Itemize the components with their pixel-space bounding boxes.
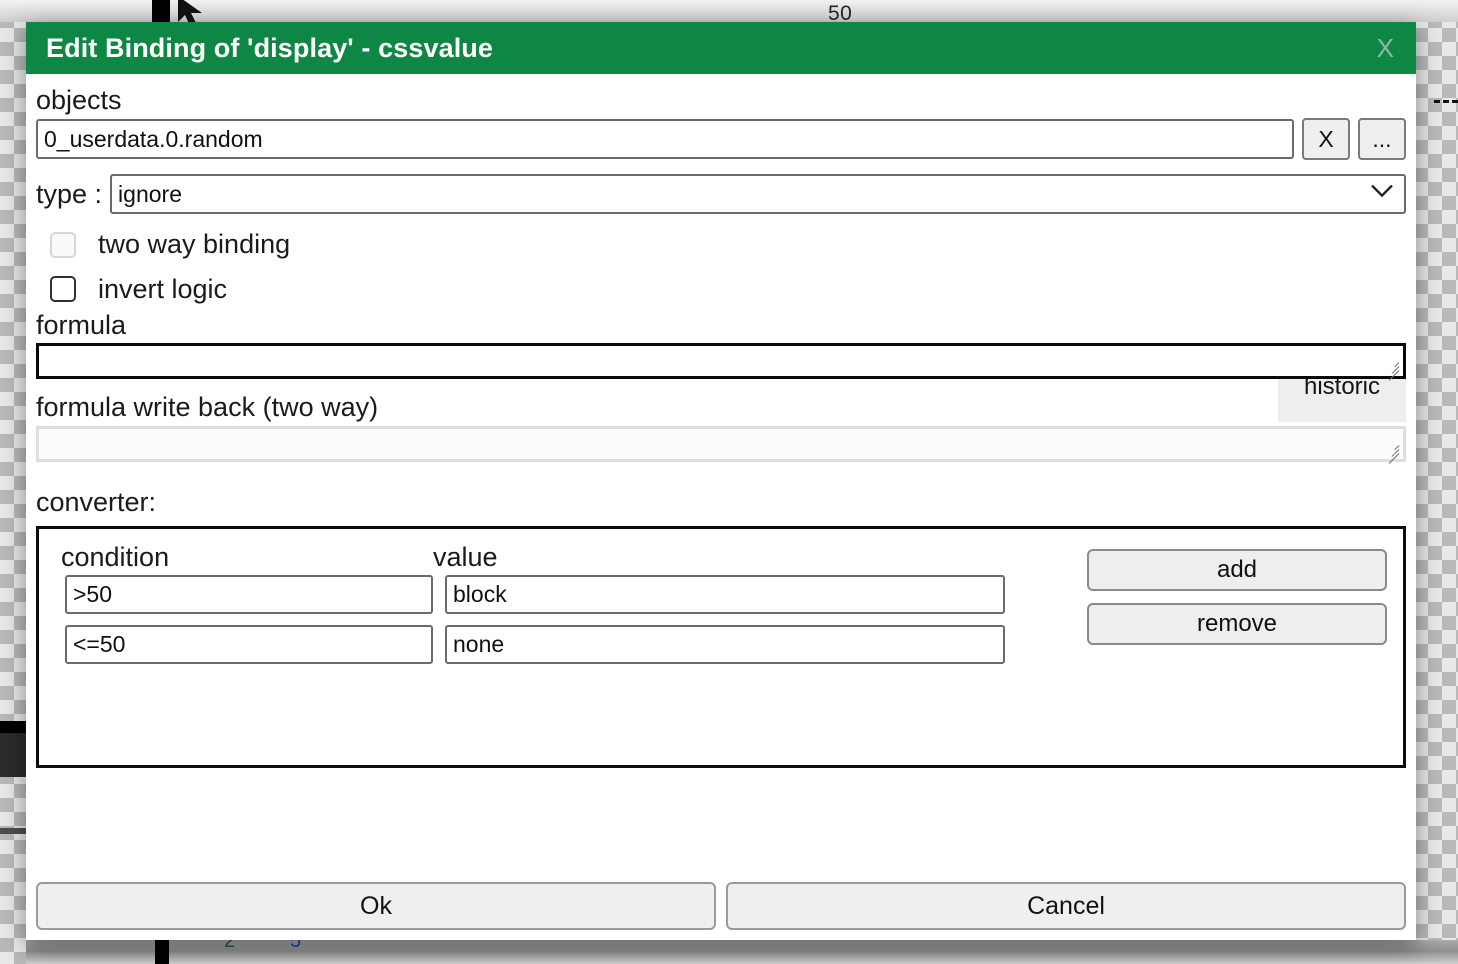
dialog-title: Edit Binding of 'display' - cssvalue — [46, 32, 494, 63]
type-select[interactable]: ignore — [110, 174, 1406, 215]
background-left-gray-line — [0, 828, 26, 834]
formula-write-back-textarea — [36, 425, 1406, 462]
converter-condition-input[interactable] — [65, 575, 433, 615]
dialog-body: objects X ... type : ignore — [26, 74, 1416, 872]
background-top-black-bar — [152, 0, 170, 22]
type-label: type : — [36, 179, 103, 210]
remove-button[interactable]: remove — [1087, 603, 1387, 646]
two-way-binding-checkbox — [50, 231, 76, 258]
converter-value-input[interactable] — [445, 575, 1005, 615]
cancel-button[interactable]: Cancel — [726, 882, 1406, 930]
invert-logic-row[interactable]: invert logic — [36, 273, 1406, 304]
invert-logic-checkbox[interactable] — [50, 275, 76, 302]
objects-input[interactable] — [36, 119, 1294, 160]
converter-value-header: value — [433, 542, 498, 573]
formula-write-back-label: formula write back (two way) — [36, 392, 379, 423]
background-left-dark-block — [0, 733, 26, 777]
converter-condition-header: condition — [61, 542, 170, 573]
add-button[interactable]: add — [1087, 549, 1387, 592]
ok-button[interactable]: Ok — [36, 882, 716, 930]
dialog-titlebar: Edit Binding of 'display' - cssvalue X — [26, 22, 1416, 74]
type-select-wrapper: ignore — [110, 174, 1406, 215]
two-way-binding-row[interactable]: two way binding — [36, 229, 1406, 260]
invert-logic-label: invert logic — [98, 273, 228, 304]
clear-objects-button[interactable]: X — [1302, 118, 1350, 161]
background-left-black-bar — [0, 721, 26, 733]
background-top-strip — [0, 0, 1458, 22]
converter-panel: condition value add remove — [36, 526, 1406, 769]
objects-row: X ... — [36, 118, 1406, 161]
background-bottom-panel — [26, 940, 1458, 964]
converter-actions: add remove — [1087, 549, 1387, 646]
formula-label: formula — [36, 310, 127, 341]
formula-textarea[interactable] — [36, 343, 1406, 380]
converter-value-input[interactable] — [445, 625, 1005, 665]
formula-write-back-field-wrapper — [36, 425, 1406, 464]
formula-field-wrapper — [36, 343, 1406, 382]
background-bottom-black-bar — [155, 940, 169, 964]
objects-label: objects — [36, 85, 122, 115]
dialog-footer: Ok Cancel — [26, 872, 1416, 940]
background-dashed-line — [1434, 100, 1458, 103]
converter-condition-input[interactable] — [65, 625, 433, 665]
edit-binding-dialog: Edit Binding of 'display' - cssvalue X o… — [26, 22, 1416, 940]
type-row: type : ignore — [36, 174, 1406, 215]
two-way-binding-label: two way binding — [98, 229, 291, 260]
page-root: 50 2 5 Edit Binding of 'display' - cssva… — [0, 0, 1458, 964]
close-icon[interactable]: X — [1369, 33, 1402, 64]
converter-label: converter: — [36, 486, 157, 517]
browse-objects-button[interactable]: ... — [1358, 118, 1406, 161]
